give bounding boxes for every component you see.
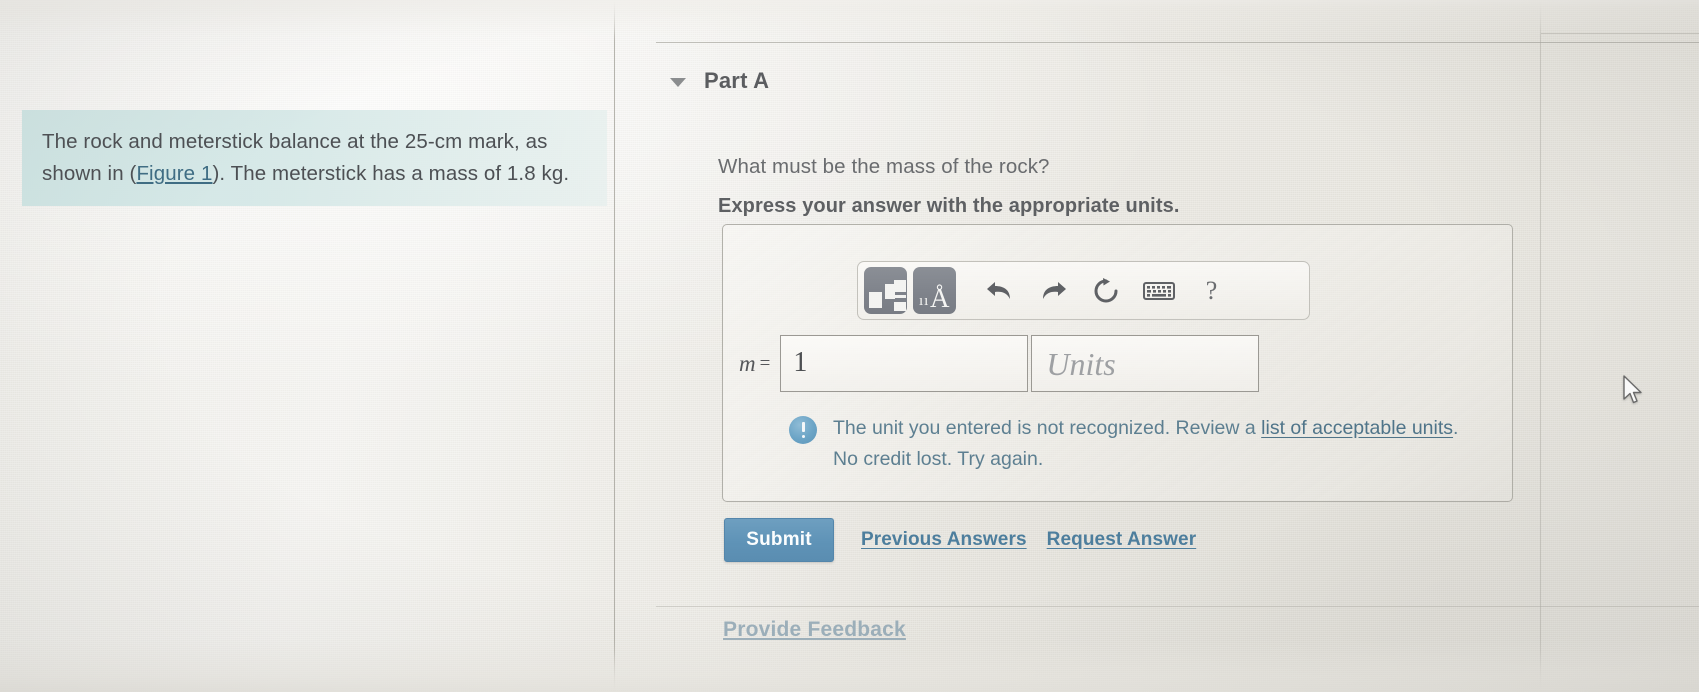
feedback-message: The unit you entered is not recognized. … bbox=[789, 413, 1458, 475]
info-exclamation-icon bbox=[789, 416, 817, 444]
math-template-icon bbox=[864, 267, 907, 314]
units-icon-bars: ıı bbox=[919, 293, 930, 309]
provide-feedback-link[interactable]: Provide Feedback bbox=[723, 618, 906, 642]
part-a-panel: Part A What must be the mass of the rock… bbox=[656, 0, 1642, 692]
answer-value-input[interactable]: 1 bbox=[780, 335, 1029, 392]
submit-button[interactable]: Submit bbox=[724, 518, 834, 562]
feedback-text: The unit you entered is not recognized. … bbox=[833, 413, 1458, 475]
variable-label: m = bbox=[739, 335, 780, 392]
feedback-line1-before: The unit you entered is not recognized. … bbox=[833, 417, 1262, 439]
answer-units-input[interactable]: Units bbox=[1031, 335, 1260, 392]
caret-down-icon[interactable] bbox=[670, 78, 686, 87]
math-template-button[interactable] bbox=[864, 267, 907, 314]
problem-statement: The rock and meterstick balance at the 2… bbox=[22, 110, 607, 206]
answer-toolbar: ıı Å ? bbox=[857, 261, 1310, 320]
column-divider-right bbox=[1540, 0, 1541, 692]
top-horizontal-rule-right bbox=[1541, 33, 1699, 34]
undo-arrow-icon bbox=[986, 281, 1010, 299]
reset-button[interactable] bbox=[1082, 267, 1129, 314]
action-buttons-row: Submit Previous Answers Request Answer bbox=[724, 518, 1196, 562]
answer-input-row: m = 1 Units bbox=[739, 335, 1260, 392]
request-answer-link[interactable]: Request Answer bbox=[1047, 529, 1197, 551]
feedback-line1-after: . bbox=[1453, 417, 1459, 439]
undo-button[interactable] bbox=[976, 267, 1023, 314]
equals-sign: = bbox=[759, 352, 771, 374]
units-placeholder-text: Units bbox=[1046, 345, 1116, 382]
answer-panel: ıı Å ? m = 1 Units The unit you entered … bbox=[722, 224, 1513, 502]
page-title: Part A bbox=[704, 68, 770, 93]
units-icon: ıı Å bbox=[913, 267, 956, 314]
answer-value-text: 1 bbox=[793, 346, 808, 378]
part-header[interactable]: Part A bbox=[670, 68, 769, 94]
reset-circular-arrow-icon bbox=[1094, 277, 1117, 302]
screenshot-root: The rock and meterstick balance at the 2… bbox=[0, 0, 1699, 692]
answer-instruction: Express your answer with the appropriate… bbox=[718, 195, 1180, 217]
keyboard-icon bbox=[1142, 281, 1175, 300]
question-prompt: What must be the mass of the rock? bbox=[718, 155, 1050, 178]
acceptable-units-link[interactable]: list of acceptable units bbox=[1261, 417, 1453, 439]
help-button[interactable]: ? bbox=[1188, 267, 1235, 314]
bottom-horizontal-rule bbox=[656, 606, 1699, 607]
problem-text-part2: ). The meterstick has a mass of 1.8 kg. bbox=[212, 162, 570, 185]
keyboard-button[interactable] bbox=[1135, 267, 1182, 314]
redo-arrow-icon bbox=[1042, 281, 1066, 299]
feedback-line2: No credit lost. Try again. bbox=[833, 448, 1044, 470]
variable-symbol: m bbox=[739, 350, 756, 376]
redo-button[interactable] bbox=[1029, 267, 1076, 314]
units-icon-angstrom: Å bbox=[930, 283, 950, 313]
previous-answers-link[interactable]: Previous Answers bbox=[861, 529, 1027, 551]
units-button[interactable]: ıı Å bbox=[913, 267, 956, 314]
figure-1-link[interactable]: Figure 1 bbox=[136, 162, 212, 185]
help-question-mark-icon: ? bbox=[1205, 275, 1218, 305]
column-divider-left bbox=[614, 0, 615, 692]
